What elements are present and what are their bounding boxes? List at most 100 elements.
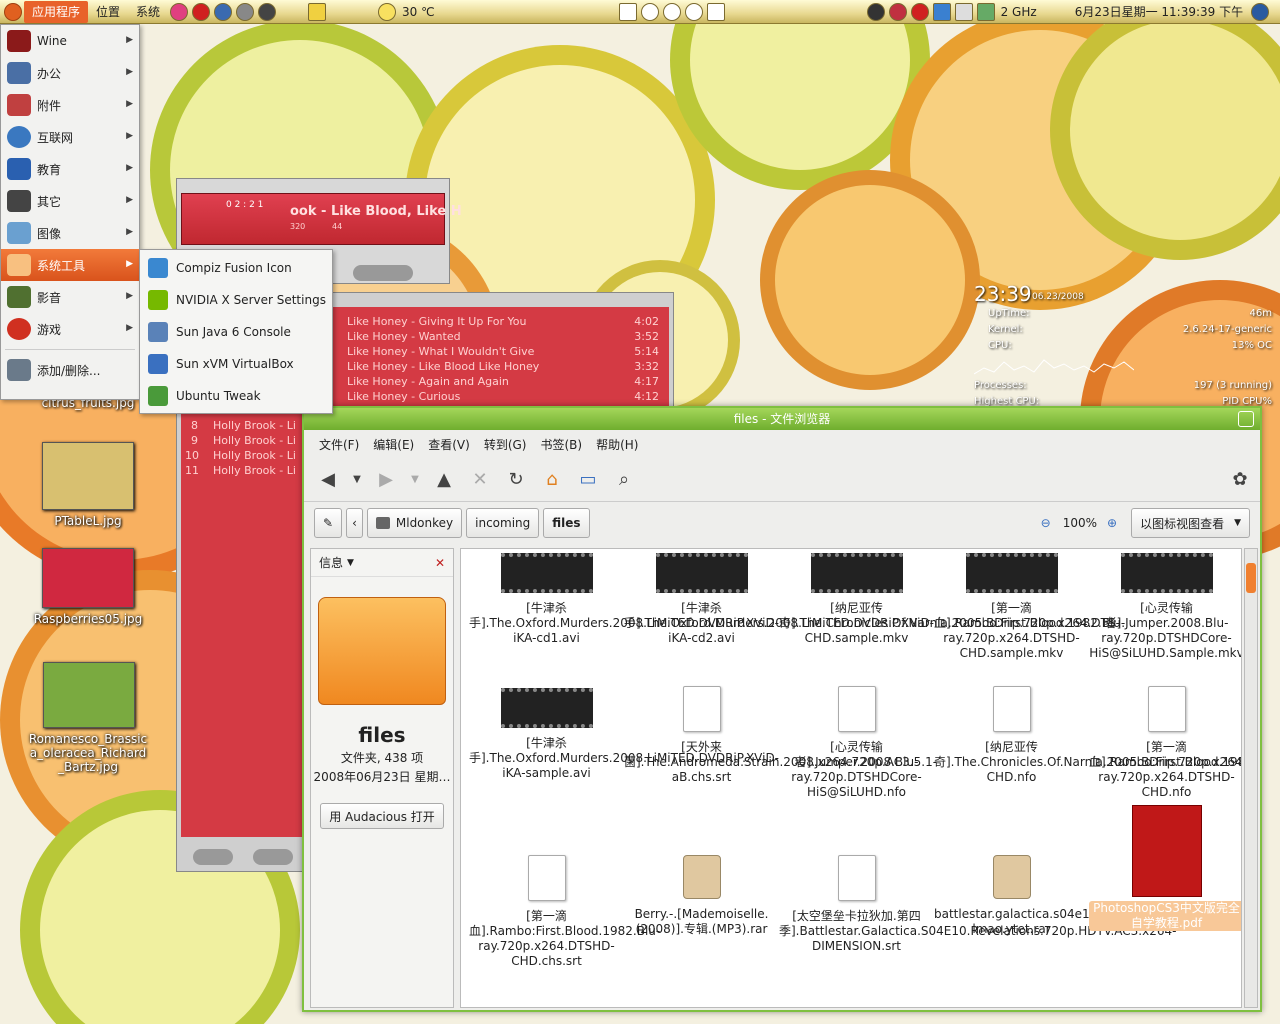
file-item[interactable]: [太空堡垒卡拉狄加.第四季].Battlestar.Galactica.S04E… xyxy=(779,855,1176,954)
chevron-down-icon[interactable]: ▼ xyxy=(347,558,354,568)
menu-item-system-tools[interactable]: 系统工具 ▶ xyxy=(1,249,139,281)
network-icon[interactable] xyxy=(932,2,951,21)
launcher-icon[interactable] xyxy=(170,2,189,21)
chevron-down-icon[interactable]: ▼ xyxy=(350,466,364,494)
view-mode-select[interactable]: 以图标视图查看 ▼ xyxy=(1131,508,1250,538)
path-button-files[interactable]: files xyxy=(543,508,590,538)
desktop-icon[interactable]: PTableL.jpg xyxy=(28,442,148,528)
tray-icon[interactable] xyxy=(888,2,907,21)
playlist-item[interactable]: Holly Brook - Li xyxy=(213,419,296,432)
menu-item-office[interactable]: 办公 ▶ xyxy=(1,57,139,89)
menu-item-games[interactable]: 游戏 ▶ xyxy=(1,313,139,345)
playlist-item[interactable]: Holly Brook - Li xyxy=(213,464,296,477)
launcher-icon[interactable] xyxy=(214,2,233,21)
window-titlebar[interactable]: files - 文件浏览器 xyxy=(304,408,1260,430)
path-button-incoming[interactable]: incoming xyxy=(466,508,540,538)
shutdown-icon[interactable] xyxy=(1251,2,1270,21)
notes-icon[interactable] xyxy=(308,2,327,21)
zoom-out-icon[interactable]: ⊖ xyxy=(1041,516,1051,530)
file-browser-window[interactable]: files - 文件浏览器 文件(F) 编辑(E) 查看(V) 转到(G) 书签… xyxy=(302,406,1262,1012)
file-item[interactable]: [第一滴血].Rambo:First.Blood.1982.Blu-ray.72… xyxy=(1089,686,1241,800)
file-item[interactable]: [心灵传输者].Jumper.2008.Blu-ray.720p.DTSHDCo… xyxy=(1089,553,1241,661)
submenu-item-java[interactable]: Sun Java 6 Console xyxy=(140,316,332,348)
system-tools-submenu[interactable]: Compiz Fusion Icon NVIDIA X Server Setti… xyxy=(139,249,333,414)
file-item[interactable]: [心灵传输者].Jumper.2008.Blu-ray.720p.DTSHDCo… xyxy=(779,686,934,800)
panel-menu-applications[interactable]: 应用程序 xyxy=(24,0,89,23)
menu-item-education[interactable]: 教育 ▶ xyxy=(1,153,139,185)
file-item[interactable]: Berry.-.[Mademoiselle.(2008)].专辑.(MP3).r… xyxy=(624,855,779,937)
path-left-button[interactable]: ‹ xyxy=(346,508,363,538)
close-icon[interactable]: ✕ xyxy=(435,556,445,570)
file-item[interactable]: battlestar.galactica.s04e10.hdtv.xvid-lm… xyxy=(934,855,1161,937)
panel-menu-system[interactable]: 系统 xyxy=(128,1,168,23)
submenu-item-compiz[interactable]: Compiz Fusion Icon xyxy=(140,252,332,284)
reload-icon[interactable]: ↻ xyxy=(502,466,530,494)
file-item-selected[interactable]: PhotoshopCS3中文版完全自学教程.pdf xyxy=(1089,805,1241,931)
applications-menu[interactable]: Wine ▶ 办公 ▶ 附件 ▶ 互联网 ▶ 教育 ▶ 其它 ▶ 图像 ▶ 系统工具 ▶ 影音 ▶… xyxy=(0,24,140,400)
desktop-icon[interactable]: Romanesco_Brassica_oleracea_Richard_Bart… xyxy=(28,662,150,774)
file-item[interactable]: [纳尼亚传奇].The.Chronicles.Of.Narnia.2005.BD… xyxy=(934,686,1241,785)
update-icon[interactable] xyxy=(910,2,929,21)
alarm-clock-icon[interactable] xyxy=(640,2,659,21)
file-item[interactable]: [第一滴血].Rambo:First.Blood.1982.Blu-ray.72… xyxy=(934,553,1125,661)
file-item[interactable]: [第一滴血].Rambo:First.Blood.1982.Blu-ray.72… xyxy=(469,855,660,969)
alarm-clock-icon[interactable] xyxy=(662,2,681,21)
menu-item-multimedia[interactable]: 影音 ▶ xyxy=(1,281,139,313)
play-controls[interactable] xyxy=(353,265,413,281)
menu-item-other[interactable]: 其它 ▶ xyxy=(1,185,139,217)
launcher-icon[interactable] xyxy=(192,2,211,21)
playlist-item[interactable]: Holly Brook - Li xyxy=(213,449,296,462)
playlist-item[interactable]: Like Honey - Curious xyxy=(347,390,460,403)
file-item[interactable]: [牛津杀手].The.Oxford.Murders.2008.LiMiTED.D… xyxy=(624,553,934,646)
playlist-item[interactable]: Like Honey - Like Blood Like Honey xyxy=(347,360,539,373)
notification-icon[interactable] xyxy=(706,2,725,21)
stop-icon[interactable]: ✕ xyxy=(466,466,494,494)
scrollbar-thumb[interactable] xyxy=(1246,563,1256,593)
panel-clock[interactable]: 6月23日星期一 11:39:39 下午 xyxy=(1071,3,1247,20)
chevron-down-icon[interactable]: ▼ xyxy=(408,466,422,494)
menu-item-internet[interactable]: 互联网 ▶ xyxy=(1,121,139,153)
launcher-icon[interactable] xyxy=(236,2,255,21)
file-item[interactable]: [纳尼亚传奇].The.Chronicles.Of.Narnia.2005.BD… xyxy=(779,553,1120,646)
submenu-item-ubuntu-tweak[interactable]: Ubuntu Tweak xyxy=(140,380,332,412)
menu-go[interactable]: 转到(G) xyxy=(477,436,534,453)
playlist-controls[interactable] xyxy=(253,849,293,865)
submenu-item-nvidia[interactable]: NVIDIA X Server Settings xyxy=(140,284,332,316)
desktop-icon[interactable]: Raspberries05.jpg xyxy=(28,548,148,626)
panel-menu-places[interactable]: 位置 xyxy=(88,1,128,23)
zoom-in-icon[interactable]: ⊕ xyxy=(1107,516,1117,530)
menu-edit[interactable]: 编辑(E) xyxy=(366,436,421,453)
menu-item-accessories[interactable]: 附件 ▶ xyxy=(1,89,139,121)
playlist-item[interactable]: Like Honey - What I Wouldn't Give xyxy=(347,345,534,358)
vertical-scrollbar[interactable] xyxy=(1244,548,1258,1008)
file-item[interactable]: [牛津杀手].The.Oxford.Murders.2008.LiMiTED.D… xyxy=(469,553,779,646)
menu-view[interactable]: 查看(V) xyxy=(421,436,477,453)
launcher-icon[interactable] xyxy=(258,2,277,21)
playlist-item[interactable]: Like Honey - Again and Again xyxy=(347,375,509,388)
home-icon[interactable]: ⌂ xyxy=(538,466,566,494)
close-window-icon[interactable] xyxy=(1238,411,1254,427)
file-item[interactable]: [天外来菌].The.Andromeda.Strain.2008.x264.72… xyxy=(624,686,937,785)
menu-bookmarks[interactable]: 书签(B) xyxy=(533,436,589,453)
playlist-item[interactable]: Holly Brook - Li xyxy=(213,434,296,447)
forward-icon[interactable]: ▶ xyxy=(372,466,400,494)
menu-help[interactable]: 帮助(H) xyxy=(589,436,645,453)
up-icon[interactable]: ▲ xyxy=(430,466,458,494)
menu-item-wine[interactable]: Wine ▶ xyxy=(1,25,139,57)
computer-icon[interactable]: ▭ xyxy=(574,466,602,494)
zoom-level[interactable]: 100% xyxy=(1063,516,1097,530)
alarm-clock-icon[interactable] xyxy=(684,2,703,21)
menu-item-graphics[interactable]: 图像 ▶ xyxy=(1,217,139,249)
playlist-item[interactable]: Like Honey - Wanted xyxy=(347,330,461,343)
side-pane-header[interactable]: 信息 xyxy=(319,554,343,571)
open-with-button[interactable]: 用 Audacious 打开 xyxy=(320,803,444,829)
back-icon[interactable]: ◀ xyxy=(314,466,342,494)
menu-file[interactable]: 文件(F) xyxy=(312,436,366,453)
keyboard-icon[interactable] xyxy=(954,2,973,21)
tray-icon[interactable] xyxy=(866,2,885,21)
search-icon[interactable]: ⌕ xyxy=(610,466,638,494)
playlist-item[interactable]: Like Honey - Giving It Up For You xyxy=(347,315,526,328)
file-item[interactable]: [牛津杀手].The.Oxford.Murders.2008.LiMiTED.D… xyxy=(469,688,779,781)
notification-icon[interactable] xyxy=(618,2,637,21)
file-icon-view[interactable]: [牛津杀手].The.Oxford.Murders.2008.LiMiTED.D… xyxy=(460,548,1242,1008)
